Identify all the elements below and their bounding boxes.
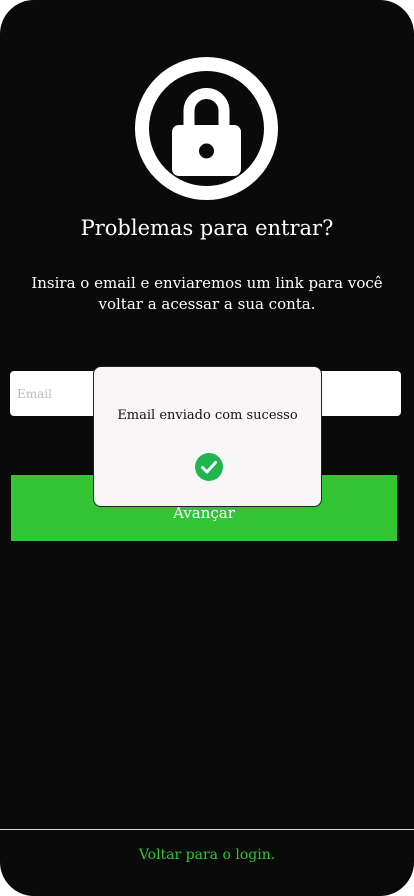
back-to-login-link[interactable]: Voltar para o login. — [0, 847, 414, 863]
toast-message: Email enviado com sucesso — [117, 408, 298, 423]
instructions-text: Insira o email e enviaremos um link para… — [31, 274, 383, 313]
footer-divider — [0, 829, 414, 830]
forgot-password-screen: Problemas para entrar? Insira o email e … — [0, 0, 414, 896]
lock-glyph — [172, 88, 241, 176]
check-circle-icon — [195, 453, 223, 481]
lock-icon — [135, 57, 278, 200]
page-title: Problemas para entrar? — [80, 216, 334, 240]
success-toast: Email enviado com sucesso — [93, 366, 322, 507]
